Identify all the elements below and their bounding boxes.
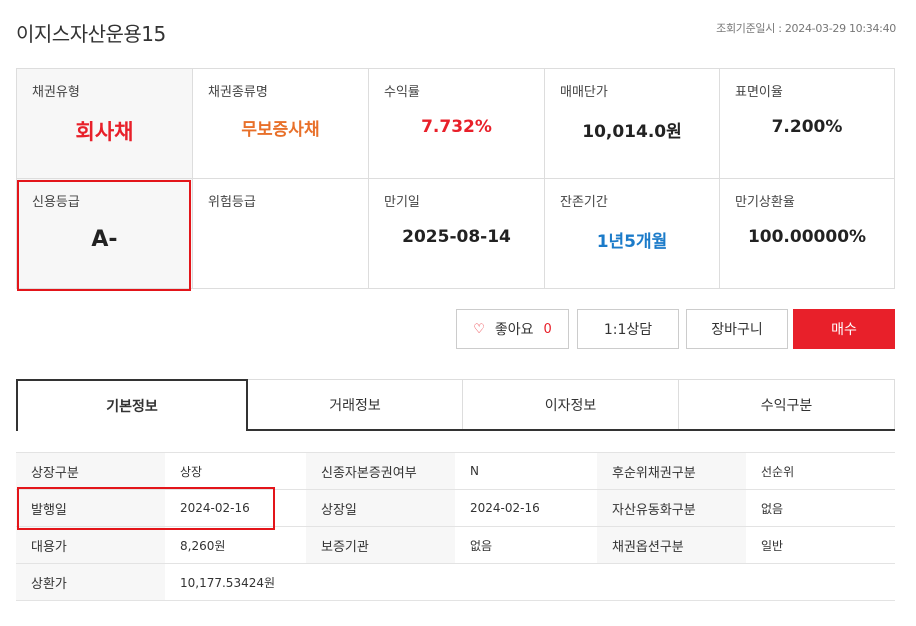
coupon-rate-value: 7.200% bbox=[771, 117, 843, 137]
summary-label: 채권유형 bbox=[32, 85, 80, 100]
summary-label: 수익률 bbox=[384, 85, 420, 100]
info-key: 자산유동화구분 bbox=[597, 489, 746, 527]
detail-tabs: 기본정보 거래정보 이자정보 수익구분 bbox=[16, 379, 895, 431]
bond-kind-value: 무보증사채 bbox=[241, 120, 320, 140]
info-key: 발행일 bbox=[16, 489, 165, 527]
summary-label: 잔존기간 bbox=[560, 195, 608, 210]
info-key: 채권옵션구분 bbox=[597, 526, 746, 564]
reference-datetime-text: 조회기준일시 : 2024-03-29 10:34:40 bbox=[716, 22, 896, 35]
maturity-date-value: 2025-08-14 bbox=[402, 227, 511, 247]
summary-coupon-rate: 표면이율 7.200% bbox=[720, 69, 894, 179]
like-button[interactable]: ♡ 좋아요 0 bbox=[456, 309, 569, 349]
tab-underline bbox=[246, 429, 895, 431]
info-value: N bbox=[455, 452, 597, 490]
redemption-rate-value: 100.00000% bbox=[747, 227, 867, 247]
info-value: 10,177.53424원 bbox=[165, 563, 895, 601]
info-key: 상장구분 bbox=[16, 452, 165, 490]
summary-label: 채권종류명 bbox=[208, 85, 268, 100]
info-key: 후순위채권구분 bbox=[597, 452, 746, 490]
info-value: 선순위 bbox=[746, 452, 895, 490]
summary-risk-grade: 위험등급 bbox=[193, 179, 369, 288]
like-label: 좋아요 bbox=[494, 322, 534, 338]
table-row: 발행일 2024-02-16 상장일 2024-02-16 자산유동화구분 없음 bbox=[16, 489, 895, 527]
info-key: 보증기관 bbox=[306, 526, 455, 564]
info-value: 8,260원 bbox=[165, 526, 306, 564]
yield-value: 7.732% bbox=[421, 117, 492, 137]
reference-datetime: 조회기준일시 : 2024-03-29 10:34:40 bbox=[716, 20, 896, 36]
info-value: 없음 bbox=[455, 526, 597, 564]
info-key: 대용가 bbox=[16, 526, 165, 564]
tab-return-type[interactable]: 수익구분 bbox=[679, 379, 895, 430]
summary-remaining-period: 잔존기간 1년5개월 bbox=[545, 179, 720, 288]
info-value: 상장 bbox=[165, 452, 306, 490]
tab-trade-info[interactable]: 거래정보 bbox=[248, 379, 463, 430]
heart-outline-icon: ♡ bbox=[473, 321, 485, 337]
info-value: 일반 bbox=[746, 526, 895, 564]
summary-bond-kind: 채권종류명 무보증사채 bbox=[193, 69, 369, 179]
info-key: 신종자본증권여부 bbox=[306, 452, 455, 490]
table-row: 상장구분 상장 신종자본증권여부 N 후순위채권구분 선순위 bbox=[16, 452, 895, 490]
summary-label: 표면이율 bbox=[735, 85, 783, 100]
summary-label: 신용등급 bbox=[32, 195, 80, 210]
summary-yield: 수익률 7.732% bbox=[369, 69, 545, 179]
info-value: 없음 bbox=[746, 489, 895, 527]
summary-label: 위험등급 bbox=[208, 195, 256, 210]
summary-credit-rating: 신용등급 A- bbox=[17, 179, 193, 288]
table-row: 상환가 10,177.53424원 bbox=[16, 563, 895, 601]
summary-label: 매매단가 bbox=[560, 85, 608, 100]
info-key: 상장일 bbox=[306, 489, 455, 527]
table-row: 대용가 8,260원 보증기관 없음 채권옵션구분 일반 bbox=[16, 526, 895, 564]
cart-button[interactable]: 장바구니 bbox=[686, 309, 788, 349]
summary-trade-price: 매매단가 10,014.0원 bbox=[545, 69, 720, 179]
tab-interest-info[interactable]: 이자정보 bbox=[463, 379, 679, 430]
info-key: 상환가 bbox=[16, 563, 165, 601]
info-value: 2024-02-16 bbox=[165, 489, 306, 527]
bond-type-value: 회사채 bbox=[75, 120, 134, 144]
summary-label: 만기일 bbox=[384, 195, 420, 210]
tab-basic-info[interactable]: 기본정보 bbox=[16, 379, 248, 431]
remaining-period-value: 1년5개월 bbox=[596, 232, 668, 252]
summary-maturity-date: 만기일 2025-08-14 bbox=[369, 179, 545, 288]
trade-price-value: 10,014.0원 bbox=[582, 122, 682, 142]
summary-bond-type: 채권유형 회사채 bbox=[17, 69, 193, 179]
summary-label: 만기상환율 bbox=[735, 195, 795, 210]
info-value: 2024-02-16 bbox=[455, 489, 597, 527]
like-count: 0 bbox=[543, 321, 552, 337]
buy-button[interactable]: 매수 bbox=[793, 309, 895, 349]
page-title: 이지스자산운용15 bbox=[16, 22, 166, 46]
consult-button[interactable]: 1:1상담 bbox=[577, 309, 679, 349]
bond-summary-grid: 채권유형 회사채 채권종류명 무보증사채 수익률 7.732% 매매단가 10,… bbox=[16, 68, 895, 289]
credit-rating-value: A- bbox=[91, 227, 118, 252]
summary-redemption-rate: 만기상환율 100.00000% bbox=[720, 179, 894, 288]
basic-info-table: 상장구분 상장 신종자본증권여부 N 후순위채권구분 선순위 발행일 2024-… bbox=[16, 452, 895, 601]
